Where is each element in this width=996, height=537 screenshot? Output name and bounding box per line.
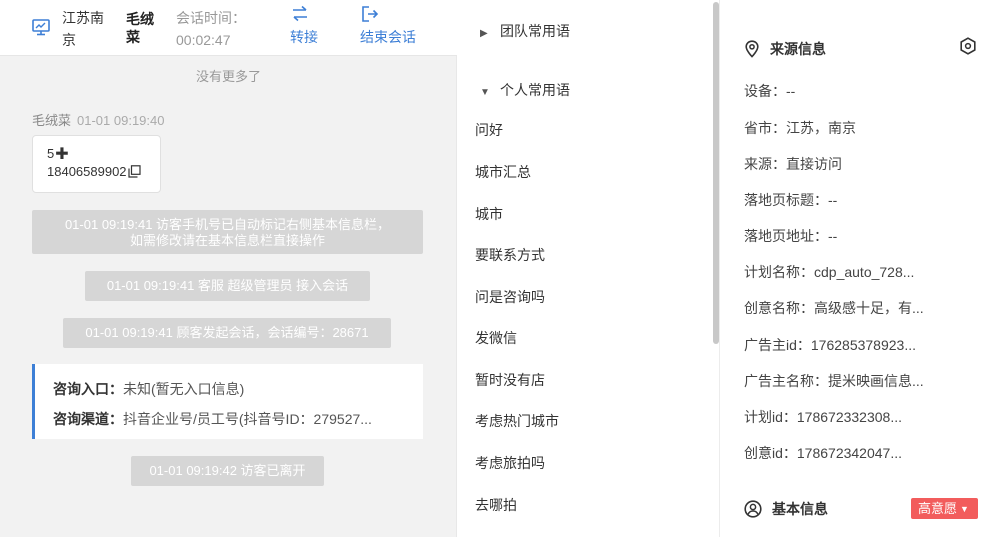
phrase-item[interactable]: 城市汇总 <box>475 162 531 182</box>
info-row-landing-url: 落地页地址：-- <box>744 228 838 244</box>
info-row-plan-id: 计划id：178672332308... <box>744 409 902 425</box>
personal-phrases-group[interactable]: ▼ 个人常用语 <box>480 80 570 100</box>
quick-phrases-panel: ▶ 团队常用语 ▼ 个人常用语 问好 城市汇总 城市 要联系方式 问是咨询吗 发微信… <box>458 0 720 537</box>
visitor-name: 毛绒菜 <box>126 11 154 45</box>
phrases-scrollbar[interactable] <box>713 2 719 344</box>
team-phrases-label: 团队常用语 <box>500 23 570 39</box>
info-row-advertiser-id: 广告主id：176285378923... <box>744 337 916 353</box>
system-message-line: 01-01 09:19:41 访客手机号已自动标记右侧基本信息栏， <box>64 217 391 232</box>
session-time-value: 00:02:47 <box>176 32 231 48</box>
user-circle-icon <box>744 500 762 518</box>
visitor-location: 江苏南京 <box>62 10 104 48</box>
monitor-icon <box>32 19 50 36</box>
transfer-icon <box>293 5 307 22</box>
system-message-phone-tagged: 01-01 09:19:41 访客手机号已自动标记右侧基本信息栏， 如需修改请在… <box>32 210 423 254</box>
basic-info-label: 基本信息 <box>772 501 828 517</box>
visitor-info-panel: 来源信息 设备：-- 省市：江苏，南京 来源：直接访问 落地页标题：-- 落地页… <box>721 0 996 537</box>
caret-down-icon: ▼ <box>480 87 490 98</box>
consult-entry-key: 咨询入口： <box>53 381 123 397</box>
consult-channel-value: 抖音企业号/员工号(抖音号ID：279527... <box>123 411 372 427</box>
info-row-creative-name: 创意名称：高级感十足，有... <box>744 300 924 316</box>
team-phrases-group[interactable]: ▶ 团队常用语 <box>480 21 570 41</box>
consult-entry-value: 未知(暂无入口信息) <box>123 381 245 397</box>
info-row-creative-id: 创意id：178672342047... <box>744 445 902 461</box>
consult-info-card: 咨询入口：未知(暂无入口信息) 咨询渠道：抖音企业号/员工号(抖音号ID：279… <box>32 364 423 439</box>
chat-pane: 江苏南京 毛绒菜 会话时间： 00:02:47 转接 结束会话 没有更多了 毛绒… <box>0 0 457 537</box>
chat-header: 江苏南京 毛绒菜 会话时间： 00:02:47 转接 结束会话 <box>0 0 457 56</box>
phrase-item[interactable]: 城市 <box>475 204 503 224</box>
no-more-messages: 没有更多了 <box>195 69 261 84</box>
info-row-device: 设备：-- <box>744 83 796 99</box>
location-pin-icon <box>745 40 759 58</box>
system-message-agent-joined: 01-01 09:19:41 客服 超级管理员 接入会话 <box>85 271 370 301</box>
system-message-visitor-left: 01-01 09:19:42 访客已离开 <box>131 456 324 486</box>
chat-workbench: 江苏南京 毛绒菜 会话时间： 00:02:47 转接 结束会话 没有更多了 毛绒… <box>0 0 996 537</box>
source-info-label: 来源信息 <box>770 41 826 57</box>
info-row-landing-title: 落地页标题：-- <box>744 192 838 208</box>
phrase-item[interactable]: 去哪拍 <box>475 495 517 515</box>
end-session-label: 结束会话 <box>360 29 416 45</box>
phrase-item[interactable]: 发微信 <box>475 328 517 348</box>
message-text-1: 5 <box>47 146 55 161</box>
message-timestamp: 01-01 09:19:40 <box>77 113 165 128</box>
phrase-item[interactable]: 考虑旅拍吗 <box>475 453 545 473</box>
info-row-plan-name: 计划名称：cdp_auto_728... <box>744 264 915 280</box>
consult-entry-row: 咨询入口：未知(暂无入口信息) <box>53 374 423 404</box>
sender-name: 毛绒菜 <box>32 113 72 128</box>
basic-info-title: 基本信息 <box>744 499 828 519</box>
system-message-line: 如需修改请在基本信息栏直接操作 <box>129 233 325 248</box>
phrase-item[interactable]: 暂时没有店 <box>475 370 545 390</box>
info-row-source: 来源：直接访问 <box>744 156 842 172</box>
logout-icon <box>362 6 379 22</box>
intent-level-label: 高意愿 <box>918 501 958 516</box>
plus-icon: ✚ <box>55 146 69 163</box>
settings-hexagon-icon[interactable] <box>959 37 977 55</box>
transfer-label: 转接 <box>290 29 318 45</box>
consult-channel-key: 咨询渠道： <box>53 411 123 427</box>
visitor-message-bubble: 5✚ 18406589902 <box>32 135 161 193</box>
phrase-item[interactable]: 问是咨询吗 <box>475 287 545 307</box>
phrase-item[interactable]: 考虑热门城市 <box>475 411 559 431</box>
transfer-button[interactable]: 转接 <box>290 4 318 47</box>
source-info-title: 来源信息 <box>744 39 826 59</box>
system-message-session-started: 01-01 09:19:41 顾客发起会话，会话编号：28671 <box>63 318 391 348</box>
phrase-item[interactable]: 要联系方式 <box>475 245 545 265</box>
message-sender: 毛绒菜 01-01 09:19:40 <box>32 110 164 129</box>
caret-down-icon: ▼ <box>960 504 969 514</box>
message-phone: 18406589902 <box>47 164 127 179</box>
session-time-label: 会话时间： <box>176 10 246 26</box>
phrase-item[interactable]: 问好 <box>475 120 503 140</box>
personal-phrases-label: 个人常用语 <box>500 82 570 98</box>
intent-level-badge[interactable]: 高意愿 ▼ <box>911 498 978 519</box>
caret-right-icon: ▶ <box>480 28 488 39</box>
info-row-advertiser-name: 广告主名称：提米映画信息... <box>744 373 924 389</box>
consult-channel-row: 咨询渠道：抖音企业号/员工号(抖音号ID：279527... <box>53 404 423 434</box>
copy-icon[interactable] <box>127 165 141 178</box>
end-session-button[interactable]: 结束会话 <box>360 4 416 47</box>
info-row-province-city: 省市：江苏，南京 <box>744 120 856 136</box>
